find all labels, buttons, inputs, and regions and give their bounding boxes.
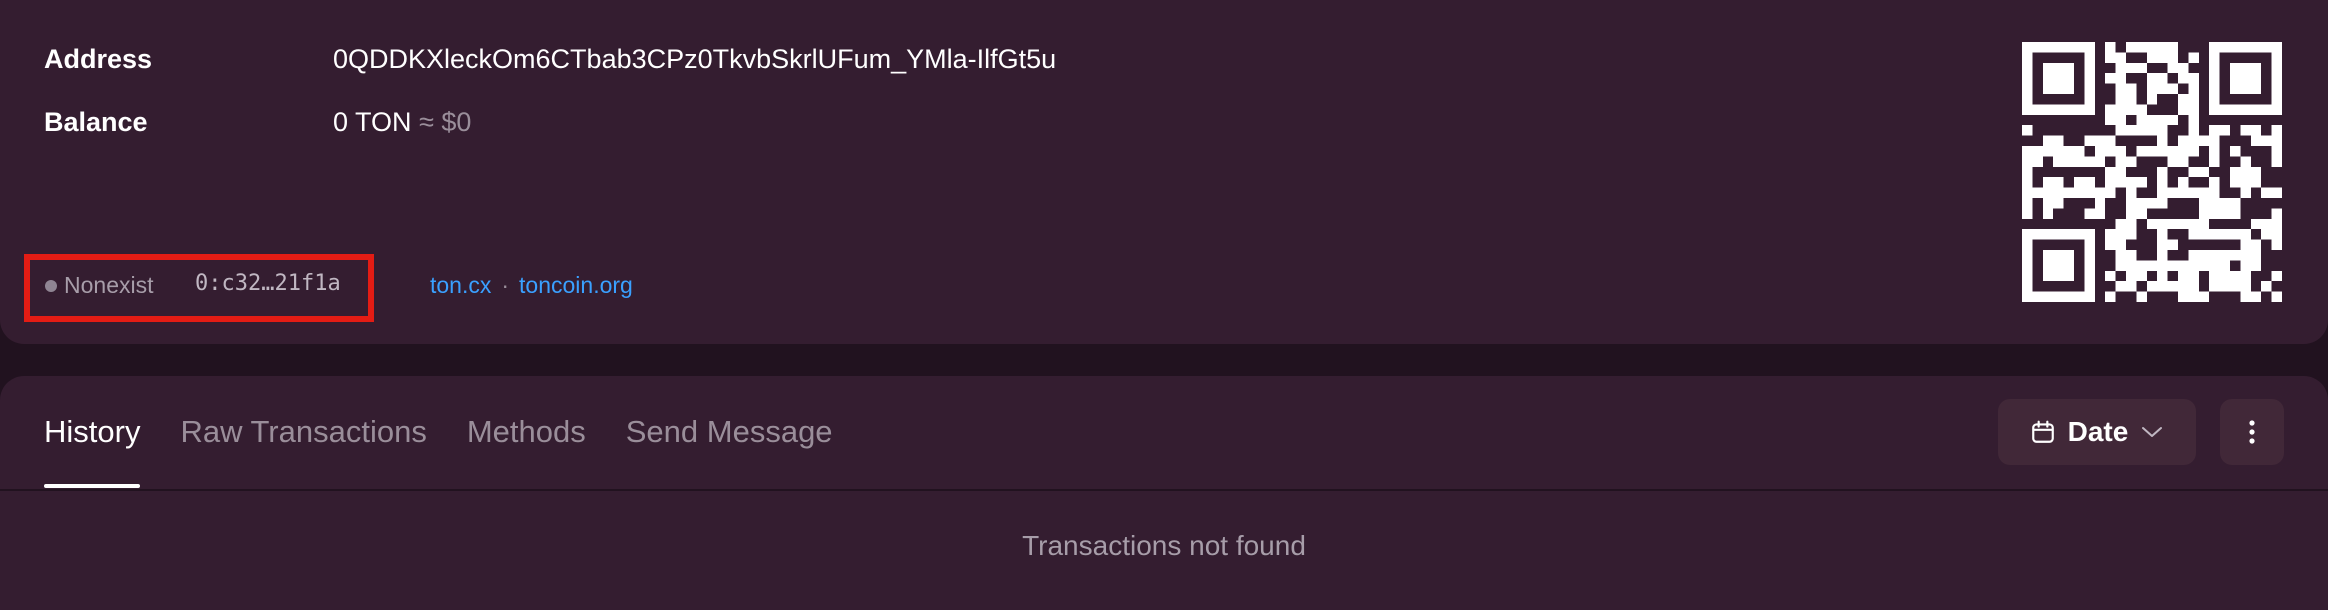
tab-raw-transactions[interactable]: Raw Transactions: [180, 414, 426, 450]
empty-state-message: Transactions not found: [1022, 530, 1306, 561]
calendar-icon: [2031, 420, 2054, 443]
tab-bar: History Raw Transactions Methods Send Me…: [44, 414, 833, 488]
history-card: [0, 376, 2328, 610]
date-filter-label: Date: [2067, 416, 2129, 447]
balance-value: 0 TON ≈ $0: [333, 107, 471, 138]
account-card: Address 0QDDKXleckOm6CTbab3CPz0TkvbSkrlU…: [0, 0, 2328, 344]
tab-divider: [0, 489, 2328, 491]
balance-fiat: ≈ $0: [419, 107, 472, 137]
more-vertical-icon: [2249, 420, 2255, 444]
date-filter-button[interactable]: Date: [1998, 399, 2196, 465]
link-ton-cx[interactable]: ton.cx: [430, 272, 491, 298]
link-toncoin-org[interactable]: toncoin.org: [519, 272, 633, 298]
address-value[interactable]: 0QDDKXleckOm6CTbab3CPz0TkvbSkrlUFum_YMla…: [333, 44, 1056, 75]
tab-methods[interactable]: Methods: [467, 414, 586, 450]
link-separator: ·: [501, 272, 510, 298]
more-options-button[interactable]: [2220, 399, 2284, 465]
tab-history[interactable]: History: [44, 414, 141, 488]
raw-address[interactable]: 0:c32…21f1a: [195, 271, 341, 296]
account-status: Nonexist: [64, 272, 154, 298]
status-dot-icon: [45, 280, 57, 292]
balance-label: Balance: [44, 107, 148, 137]
tab-send-message[interactable]: Send Message: [626, 414, 833, 450]
qr-code-icon: [2022, 42, 2282, 302]
chevron-down-icon: [2142, 427, 2163, 437]
balance-ton: 0 TON: [333, 107, 412, 137]
explorer-links: ton.cx · toncoin.org: [430, 272, 633, 299]
address-label: Address: [44, 44, 153, 74]
